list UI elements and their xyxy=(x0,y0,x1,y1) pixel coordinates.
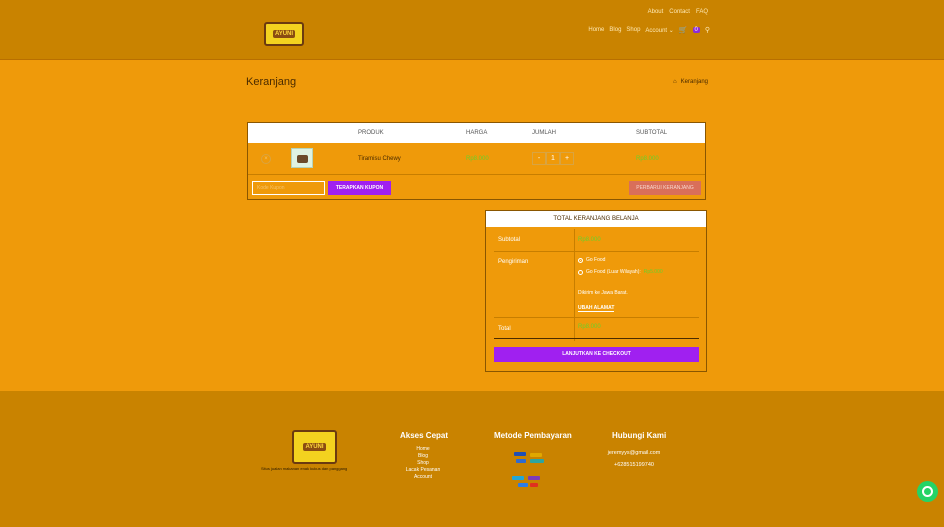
col-produk: PRODUK xyxy=(358,130,384,136)
page-title: Keranjang xyxy=(246,76,297,88)
top-link-faq[interactable]: FAQ xyxy=(696,9,708,15)
col-harga: HARGA xyxy=(466,130,488,136)
qty-plus-button[interactable]: + xyxy=(560,152,574,165)
footer-link-track-order[interactable]: Lacak Pesanan xyxy=(398,467,448,474)
totals-divider xyxy=(574,229,575,341)
bni-logo xyxy=(516,459,526,463)
quick-links: Home Blog Shop Lacak Pesanan Account xyxy=(398,446,448,481)
breadcrumb: ⌂ Keranjang xyxy=(673,79,708,85)
checkout-button[interactable]: LANJUTKAN KE CHECKOUT xyxy=(494,347,699,362)
contact-email[interactable]: jeremyys@gmail.com xyxy=(600,447,668,459)
search-icon[interactable]: ⚲ xyxy=(705,26,710,34)
mandiri-logo xyxy=(530,453,542,457)
site-footer xyxy=(0,391,944,527)
quick-access-title: Akses Cepat xyxy=(400,431,449,440)
dana-logo xyxy=(518,483,528,487)
col-jumlah: JUMLAH xyxy=(532,130,557,136)
product-name[interactable]: Tiramisu Chewy xyxy=(358,156,401,162)
footer-link-home[interactable]: Home xyxy=(398,446,448,453)
remove-item-icon[interactable]: × xyxy=(261,154,271,164)
col-subtotal: SUBTOTAL xyxy=(636,130,668,136)
contact-info: jeremyys@gmail.com +628515199740 xyxy=(600,447,668,471)
payment-title: Metode Pembayaran xyxy=(494,431,572,440)
bca-logo xyxy=(514,452,526,456)
footer-tagline: Situs jualan makanan enak kukus dan pang… xyxy=(261,466,348,471)
cart-count-badge[interactable]: 0 xyxy=(692,27,700,33)
breadcrumb-current: Keranjang xyxy=(680,79,708,85)
change-address-link[interactable]: UBAH ALAMAT xyxy=(578,305,615,312)
nav-shop[interactable]: Shop xyxy=(626,27,640,33)
totals-line xyxy=(494,317,699,318)
qty-minus-button[interactable]: - xyxy=(532,152,546,165)
shipping-destination: Dikirim ke Jawa Barat. xyxy=(578,290,628,296)
product-thumbnail[interactable] xyxy=(291,148,313,168)
footer-link-account[interactable]: Account xyxy=(398,474,448,481)
shipping-option-2-label: Go Food (Luar Wilayah): xyxy=(586,269,641,275)
top-links: About Contact FAQ xyxy=(648,9,708,15)
footer-logo[interactable]: AYUNI xyxy=(292,430,337,464)
shipping-option-2[interactable]: Go Food (Luar Wilayah): Rp5.000 xyxy=(578,269,663,275)
cart-icon[interactable]: 🛒 xyxy=(679,26,688,34)
whatsapp-glyph xyxy=(922,486,933,497)
top-link-about[interactable]: About xyxy=(648,9,664,15)
nav-home[interactable]: Home xyxy=(588,27,604,33)
whatsapp-icon[interactable] xyxy=(917,481,938,502)
total-value: Rp8.000 xyxy=(578,324,601,330)
cart-item-row: × Tiramisu Chewy Rp8.000 - 1 + Rp8.000 xyxy=(248,143,705,175)
item-subtotal: Rp8.000 xyxy=(636,156,659,162)
top-link-contact[interactable]: Contact xyxy=(669,9,690,15)
totals-line xyxy=(494,251,699,252)
footer-logo-text: AYUNI xyxy=(303,443,326,451)
total-label: Total xyxy=(498,326,511,332)
footer-link-blog[interactable]: Blog xyxy=(398,453,448,460)
gopay-logo xyxy=(512,476,524,480)
site-header: AYUNI About Contact FAQ Home Blog Shop A… xyxy=(0,0,944,60)
logo-text: AYUNI xyxy=(272,30,296,38)
cart-actions: Kode Kupon TERAPKAN KUPON PERBARUI KERAN… xyxy=(248,176,705,200)
totals-title: TOTAL KERANJANG BELANJA xyxy=(486,211,706,227)
update-cart-button[interactable]: PERBARUI KERANJANG xyxy=(629,181,701,195)
cart-totals: TOTAL KERANJANG BELANJA Subtotal Rp8.000… xyxy=(485,210,707,372)
cart-table: PRODUK HARGA JUMLAH SUBTOTAL × Tiramisu … xyxy=(247,122,706,200)
quantity-stepper: - 1 + xyxy=(532,152,574,165)
nav-account[interactable]: Account ⌄ xyxy=(645,27,673,34)
product-price: Rp8.000 xyxy=(466,156,489,162)
shopeepay-logo xyxy=(530,483,538,487)
ovo-logo xyxy=(528,476,540,480)
main-nav: Home Blog Shop Account ⌄ 🛒 0 ⚲ xyxy=(588,26,710,34)
radio-unselected[interactable] xyxy=(578,269,583,275)
shipping-label: Pengiriman xyxy=(498,259,529,265)
radio-selected[interactable] xyxy=(578,257,583,263)
shipping-option-2-price: Rp5.000 xyxy=(643,269,663,275)
contact-phone[interactable]: +628515199740 xyxy=(600,459,668,471)
subtotal-value: Rp8.000 xyxy=(578,237,601,243)
contact-title: Hubungi Kami xyxy=(612,431,667,440)
cart-table-header: PRODUK HARGA JUMLAH SUBTOTAL xyxy=(248,123,705,143)
qty-input[interactable]: 1 xyxy=(546,152,560,165)
home-icon[interactable]: ⌂ xyxy=(673,79,677,85)
shipping-option-1[interactable]: Go Food xyxy=(578,257,605,263)
nav-blog[interactable]: Blog xyxy=(609,27,621,33)
shipping-option-1-label: Go Food xyxy=(586,257,606,263)
apply-coupon-button[interactable]: TERAPKAN KUPON xyxy=(328,181,391,195)
coupon-input[interactable]: Kode Kupon xyxy=(252,181,325,195)
total-underline xyxy=(494,338,699,339)
subtotal-label: Subtotal xyxy=(498,237,521,243)
site-logo[interactable]: AYUNI xyxy=(264,22,304,46)
permata-logo xyxy=(530,459,544,463)
footer-link-shop[interactable]: Shop xyxy=(398,460,448,467)
